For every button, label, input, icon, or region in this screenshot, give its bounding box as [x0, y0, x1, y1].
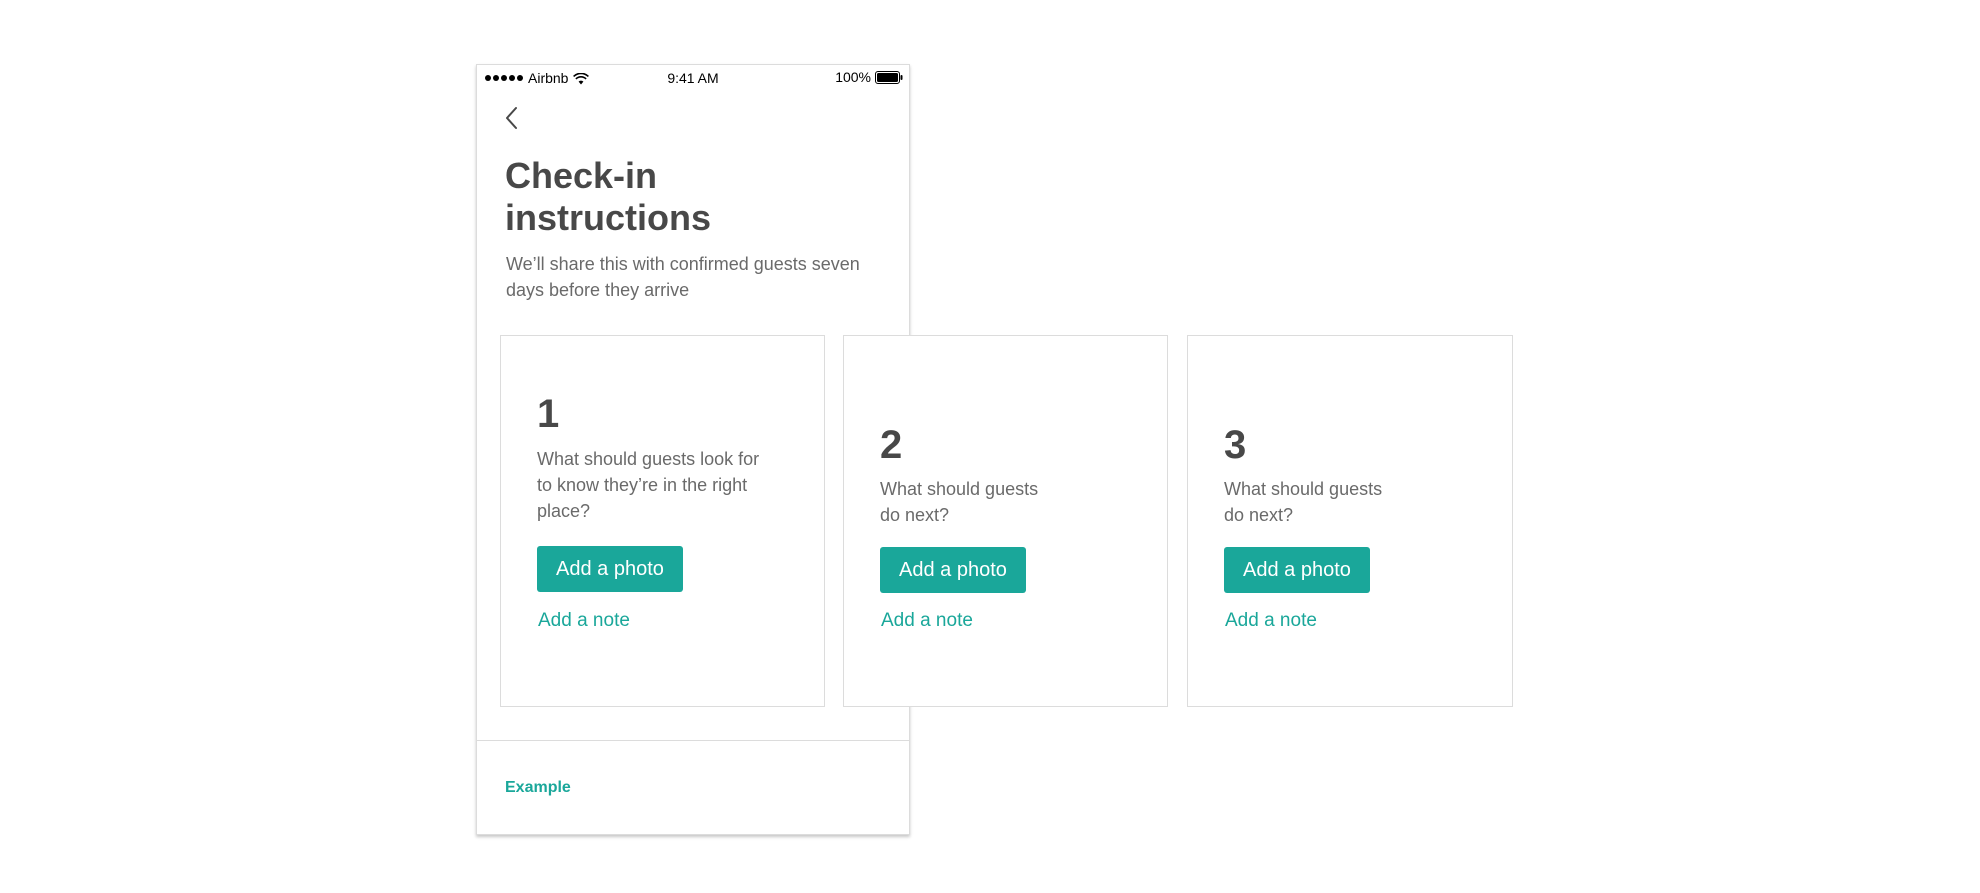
page-title: Check-in instructions: [505, 155, 712, 238]
add-photo-button[interactable]: Add a photo: [880, 547, 1026, 593]
step-card-3: 3 What should guests do next? Add a phot…: [1187, 335, 1513, 707]
add-photo-button[interactable]: Add a photo: [537, 546, 683, 592]
example-link[interactable]: Example: [505, 779, 571, 797]
add-note-link[interactable]: Add a note: [881, 610, 973, 632]
step-number: 2: [880, 423, 903, 467]
add-photo-button[interactable]: Add a photo: [1224, 547, 1370, 593]
step-question: What should guests do next?: [1224, 479, 1383, 525]
chevron-left-icon: [506, 107, 517, 129]
add-note-link[interactable]: Add a note: [1225, 610, 1317, 632]
step-question: What should guests do next?: [880, 479, 1039, 525]
step-number: 3: [1224, 423, 1247, 467]
back-button[interactable]: [501, 103, 527, 133]
battery-percentage: 100%: [835, 69, 871, 85]
footer-divider: [477, 740, 909, 741]
step-card-1: 1 What should guests look for to know th…: [500, 335, 825, 707]
battery-icon: [875, 70, 903, 84]
step-card-2: 2 What should guests do next? Add a phot…: [843, 335, 1168, 707]
add-note-link[interactable]: Add a note: [538, 610, 630, 632]
status-bar: Airbnb 9:41 AM 100%: [477, 65, 909, 91]
step-question: What should guests look for to know they…: [537, 449, 760, 521]
step-number: 1: [537, 392, 560, 436]
status-bar-right: 100%: [835, 69, 903, 85]
page-subtitle: We’ll share this with confirmed guests s…: [506, 254, 860, 300]
